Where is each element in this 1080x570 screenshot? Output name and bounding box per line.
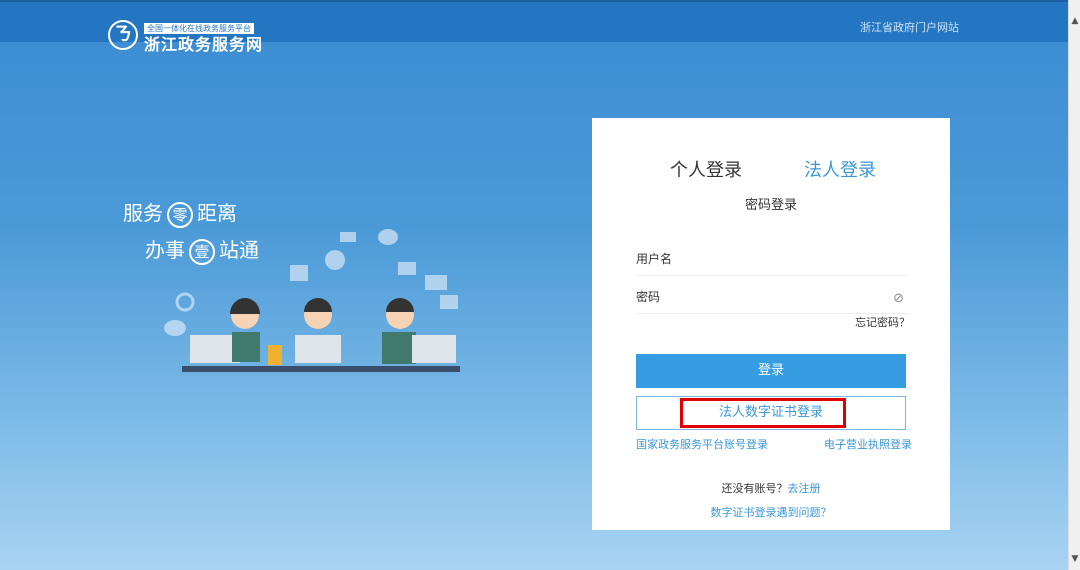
top-header: ㄋ 全国一体化在线政务服务平台 浙江政务服务网 浙江省政府门户网站 <box>0 0 1068 54</box>
password-input[interactable]: 密码 ⊘ <box>636 284 908 314</box>
basket-icon <box>425 275 447 290</box>
slogan-text: 服务 <box>123 201 163 225</box>
gear-icon <box>175 292 195 312</box>
gov-portal-link[interactable]: 浙江省政府门户网站 <box>860 19 959 35</box>
login-card: 个人登录 法人登录 密码登录 用户名 密码 ⊘ 忘记密码？ 登录 法人数字证书登录… <box>592 118 950 530</box>
bag-icon <box>290 265 308 281</box>
phone-icon <box>268 345 282 365</box>
business-license-login-link[interactable]: 电子营业执照登录 <box>824 436 912 452</box>
globe-icon <box>325 250 345 270</box>
chat-icon <box>378 229 398 245</box>
logo-subtitle: 全国一体化在线政务服务平台 <box>144 23 254 34</box>
no-account-text: 还没有账号？去注册 <box>592 480 950 496</box>
tab-personal-login[interactable]: 个人登录 <box>670 156 742 182</box>
scroll-down-icon[interactable]: ▼ <box>1069 552 1080 566</box>
monitor-icon <box>398 262 416 275</box>
national-platform-login-link[interactable]: 国家政务服务平台账号登录 <box>636 436 768 452</box>
no-account-label: 还没有账号？ <box>721 482 788 495</box>
password-placeholder: 密码 <box>636 290 661 304</box>
mail-icon <box>440 295 458 309</box>
eye-hidden-icon[interactable]: ⊘ <box>893 286 904 312</box>
tab-legal-login[interactable]: 法人登录 <box>804 156 876 182</box>
cert-help-link[interactable]: 数字证书登录遇到问题？ <box>592 504 950 520</box>
site-logo[interactable]: ㄋ 全国一体化在线政务服务平台 浙江政务服务网 <box>108 16 263 54</box>
login-button[interactable]: 登录 <box>636 354 906 388</box>
card-icon <box>340 232 356 242</box>
forgot-password-link[interactable]: 忘记密码？ <box>855 314 910 330</box>
chat-icon <box>164 320 186 336</box>
logo-icon: ㄋ <box>108 20 138 50</box>
page-scrollbar[interactable]: ▲ ▼ <box>1068 0 1080 570</box>
service-illustration <box>164 229 460 372</box>
logo-title: 浙江政务服务网 <box>144 35 264 54</box>
register-link[interactable]: 去注册 <box>788 482 821 495</box>
username-input[interactable]: 用户名 <box>636 246 908 276</box>
cert-login-button[interactable]: 法人数字证书登录 <box>636 396 906 430</box>
agents <box>182 298 460 372</box>
username-placeholder: 用户名 <box>636 252 673 266</box>
scroll-up-icon[interactable]: ▲ <box>1069 14 1080 28</box>
password-login-title: 密码登录 <box>744 198 797 213</box>
